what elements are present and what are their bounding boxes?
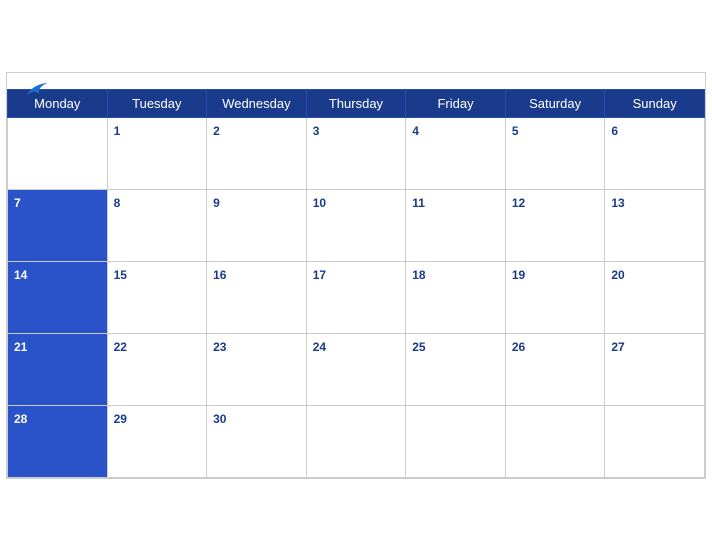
day-cell: 27 xyxy=(605,333,705,405)
day-cell xyxy=(306,405,406,477)
day-number: 24 xyxy=(313,340,326,354)
day-cell: 28 xyxy=(8,405,108,477)
day-cell: 18 xyxy=(406,261,506,333)
day-number: 20 xyxy=(611,268,624,282)
day-number: 7 xyxy=(14,196,21,210)
day-number: 19 xyxy=(512,268,525,282)
day-number: 11 xyxy=(412,196,425,210)
week-row-0: 1 2 3 4 5 6 xyxy=(8,117,705,189)
day-cell: 14 xyxy=(8,261,108,333)
day-cell: 22 xyxy=(107,333,207,405)
day-cell: 10 xyxy=(306,189,406,261)
day-cell: 6 xyxy=(605,117,705,189)
day-cell: 25 xyxy=(406,333,506,405)
week-row-3: 21 22 23 24 25 26 27 xyxy=(8,333,705,405)
logo-bird-icon xyxy=(25,81,49,99)
day-cell: 15 xyxy=(107,261,207,333)
weekday-wednesday: Wednesday xyxy=(207,89,307,117)
day-cell: 3 xyxy=(306,117,406,189)
day-number: 13 xyxy=(611,196,624,210)
day-number: 26 xyxy=(512,340,525,354)
day-number: 28 xyxy=(14,412,27,426)
weekday-saturday: Saturday xyxy=(505,89,605,117)
day-number: 1 xyxy=(114,124,121,138)
day-cell: 12 xyxy=(505,189,605,261)
weekday-header-row: MondayTuesdayWednesdayThursdayFridaySatu… xyxy=(8,89,705,117)
day-cell: 4 xyxy=(406,117,506,189)
weekday-thursday: Thursday xyxy=(306,89,406,117)
day-cell: 23 xyxy=(207,333,307,405)
day-number: 18 xyxy=(412,268,425,282)
day-cell: 19 xyxy=(505,261,605,333)
day-number: 23 xyxy=(213,340,226,354)
day-number: 15 xyxy=(114,268,127,282)
calendar-table: MondayTuesdayWednesdayThursdayFridaySatu… xyxy=(7,89,705,478)
day-number: 5 xyxy=(512,124,519,138)
day-cell: 24 xyxy=(306,333,406,405)
day-cell: 2 xyxy=(207,117,307,189)
day-cell: 26 xyxy=(505,333,605,405)
day-number: 9 xyxy=(213,196,220,210)
weekday-tuesday: Tuesday xyxy=(107,89,207,117)
day-cell xyxy=(605,405,705,477)
weekday-sunday: Sunday xyxy=(605,89,705,117)
day-number: 14 xyxy=(14,268,27,282)
day-cell: 11 xyxy=(406,189,506,261)
day-number: 12 xyxy=(512,196,525,210)
day-cell xyxy=(406,405,506,477)
day-number: 25 xyxy=(412,340,425,354)
day-number: 2 xyxy=(213,124,220,138)
day-cell: 16 xyxy=(207,261,307,333)
week-row-1: 7 8 9 10 11 12 13 xyxy=(8,189,705,261)
day-cell xyxy=(505,405,605,477)
day-number: 30 xyxy=(213,412,226,426)
weekday-monday: Monday xyxy=(8,89,108,117)
day-number: 21 xyxy=(14,340,27,354)
week-row-2: 14 15 16 17 18 19 20 xyxy=(8,261,705,333)
day-cell: 9 xyxy=(207,189,307,261)
day-cell: 20 xyxy=(605,261,705,333)
week-row-4: 28 29 30 xyxy=(8,405,705,477)
day-number: 8 xyxy=(114,196,121,210)
weekday-friday: Friday xyxy=(406,89,506,117)
calendar: MondayTuesdayWednesdayThursdayFridaySatu… xyxy=(6,72,706,479)
day-cell: 30 xyxy=(207,405,307,477)
day-number: 6 xyxy=(611,124,618,138)
calendar-header xyxy=(7,73,705,89)
day-cell xyxy=(8,117,108,189)
day-cell: 7 xyxy=(8,189,108,261)
day-cell: 21 xyxy=(8,333,108,405)
day-cell: 8 xyxy=(107,189,207,261)
day-number: 10 xyxy=(313,196,326,210)
day-number: 3 xyxy=(313,124,320,138)
day-number: 29 xyxy=(114,412,127,426)
day-number: 17 xyxy=(313,268,326,282)
day-number: 27 xyxy=(611,340,624,354)
day-number: 22 xyxy=(114,340,127,354)
day-number: 16 xyxy=(213,268,226,282)
day-cell: 1 xyxy=(107,117,207,189)
day-number: 4 xyxy=(412,124,419,138)
day-cell: 5 xyxy=(505,117,605,189)
day-cell: 13 xyxy=(605,189,705,261)
day-cell: 29 xyxy=(107,405,207,477)
day-cell: 17 xyxy=(306,261,406,333)
